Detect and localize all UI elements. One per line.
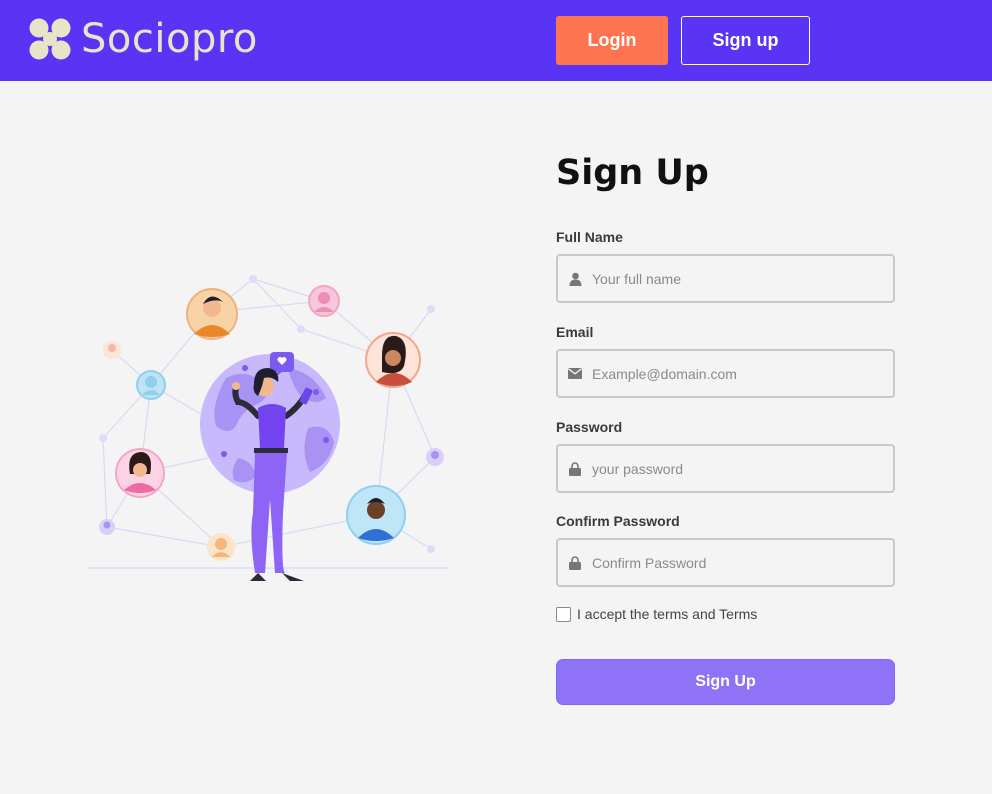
avatar-peach-left [103,341,121,359]
top-navbar: Sociopro Login Sign up [0,0,992,81]
email-field[interactable] [556,349,895,398]
full-name-input[interactable] [590,269,874,288]
page-title: Sign Up [556,153,709,193]
signup-nav-button[interactable]: Sign up [681,16,810,65]
email-label: Email [556,324,594,340]
brand-logo[interactable]: Sociopro [28,16,258,62]
login-button[interactable]: Login [556,16,668,65]
password-field[interactable] [556,444,895,493]
avatar-orange-bottom [207,533,235,561]
confirm-password-input[interactable] [590,553,874,572]
email-input[interactable] [590,364,874,383]
avatar-woman-right [365,332,421,388]
password-label: Password [556,419,623,435]
avatar-purple-right [426,448,444,466]
terms-checkbox[interactable] [556,606,571,622]
confirm-password-label: Confirm Password [556,513,680,529]
user-icon [568,272,582,286]
terms-label: I accept the terms and Terms [577,606,758,622]
avatar-purple-small [99,519,115,535]
password-input[interactable] [590,459,874,478]
lock-icon [568,461,582,476]
avatar-pink-top [308,285,340,317]
clover-logo-icon [29,18,71,60]
full-name-field[interactable] [556,254,895,303]
avatar-blue-left [136,370,166,400]
lock-icon [568,555,582,570]
brand-name: Sociopro [81,16,258,62]
avatar-man-top [186,288,238,340]
envelope-icon [568,367,582,381]
avatar-man-right [346,485,406,545]
full-name-label: Full Name [556,229,623,245]
social-network-illustration [88,268,448,603]
terms-row: I accept the terms and Terms [556,606,757,622]
confirm-password-field[interactable] [556,538,895,587]
sign-up-submit-button[interactable]: Sign Up [556,659,895,705]
avatar-woman-left [115,448,165,498]
